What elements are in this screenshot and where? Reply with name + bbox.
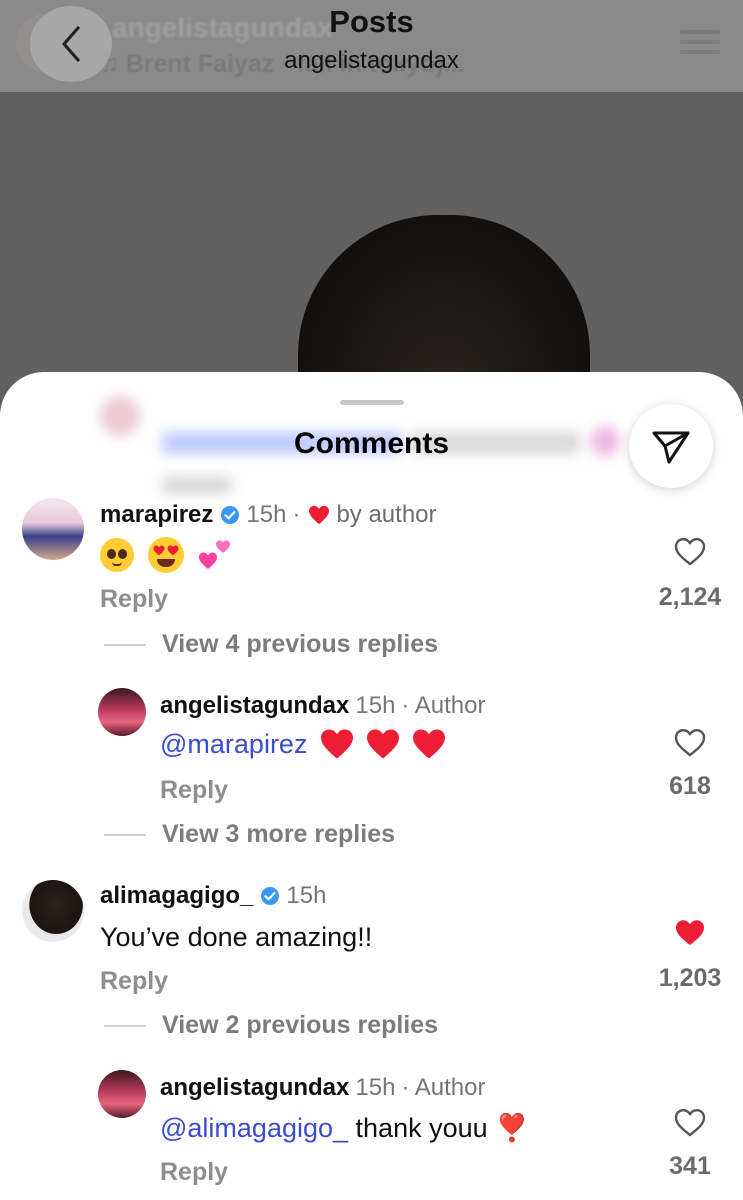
heart-icon <box>309 505 330 525</box>
red-heart-icon <box>413 729 446 759</box>
avatar[interactable] <box>98 1070 146 1118</box>
comment-username[interactable]: alimagagigo_ <box>100 882 253 910</box>
avatar[interactable] <box>22 498 84 560</box>
avatar[interactable] <box>22 880 84 942</box>
like-count: 1,203 <box>658 964 722 992</box>
separator: · <box>292 501 301 528</box>
view-replies-link[interactable]: View 3 more replies <box>104 820 395 849</box>
heart-filled-icon[interactable] <box>673 916 707 948</box>
comment-header: alimagagigo_ 15h <box>100 882 326 910</box>
thread-line <box>104 833 146 836</box>
liked-by-author: by author <box>300 501 437 529</box>
author-tag: · Author <box>401 1074 486 1101</box>
comment-username[interactable]: marapirez <box>100 501 213 529</box>
comment-time: 15h <box>246 501 287 528</box>
view-replies-link[interactable]: View 4 previous replies <box>104 630 438 659</box>
reply-button[interactable]: Reply <box>160 1158 228 1187</box>
comment-text-rest: thank youu ❣️ <box>348 1113 529 1143</box>
like-count: 341 <box>669 1152 711 1180</box>
verified-badge-icon <box>221 506 240 524</box>
mention-link[interactable]: @marapirez <box>160 729 307 760</box>
red-heart-icon <box>321 729 354 759</box>
sheet-drag-handle[interactable] <box>340 400 404 405</box>
comment-time: 15h <box>355 692 396 719</box>
mention-link[interactable]: @alimagagigo_ <box>160 1113 348 1143</box>
verified-badge-icon <box>261 887 280 905</box>
heart-outline-icon[interactable] <box>673 726 707 758</box>
pleading-face-icon <box>100 538 134 572</box>
thread-line <box>104 643 146 646</box>
comment-header: angelistagundax 15h · Author <box>160 1074 485 1102</box>
comment-time: 15h <box>286 882 327 909</box>
reply-button[interactable]: Reply <box>160 776 228 805</box>
comment-header: marapirez 15h · by author <box>100 501 437 529</box>
comment-text: @alimagagigo_ thank youu ❣️ <box>160 1112 529 1144</box>
comment-username[interactable]: angelistagundax <box>160 1074 349 1102</box>
page-subtitle: angelistagundax <box>284 47 459 74</box>
avatar[interactable] <box>98 688 146 736</box>
view-replies-label: View 2 previous replies <box>162 1011 439 1039</box>
reply-button[interactable]: Reply <box>100 967 168 996</box>
heart-eyes-face-icon <box>148 537 184 573</box>
like-count: 2,124 <box>658 583 722 611</box>
heart-outline-icon[interactable] <box>673 535 707 567</box>
red-heart-icon <box>367 729 400 759</box>
send-icon <box>652 431 690 464</box>
author-tag: · Author <box>401 692 486 719</box>
share-button[interactable] <box>629 404 713 488</box>
comment-text: @marapirez <box>160 728 457 760</box>
thread-line <box>104 1024 146 1027</box>
view-replies-label: View 3 more replies <box>162 820 395 848</box>
view-replies-label: View 4 previous replies <box>162 630 439 658</box>
comment-header: angelistagundax 15h · Author <box>160 692 485 720</box>
comment-username[interactable]: angelistagundax <box>160 692 349 720</box>
chevron-left-icon <box>62 26 80 62</box>
comment-time: 15h <box>355 1074 396 1101</box>
top-bar: angelistagundax ♫ Brent Faiyaz · fall in… <box>0 0 743 92</box>
view-replies-link[interactable]: View 2 previous replies <box>104 1011 438 1040</box>
page-title: Posts <box>329 4 414 39</box>
comment-text: You’ve done amazing!! <box>100 922 373 952</box>
like-count: 618 <box>669 772 711 800</box>
liked-by-author-label: by author <box>336 501 437 528</box>
two-hearts-icon <box>199 540 230 569</box>
menu-icon[interactable] <box>680 30 720 56</box>
back-button[interactable] <box>30 6 112 82</box>
comment-text <box>100 537 232 573</box>
reply-button[interactable]: Reply <box>100 585 168 614</box>
heart-outline-icon[interactable] <box>673 1106 707 1138</box>
